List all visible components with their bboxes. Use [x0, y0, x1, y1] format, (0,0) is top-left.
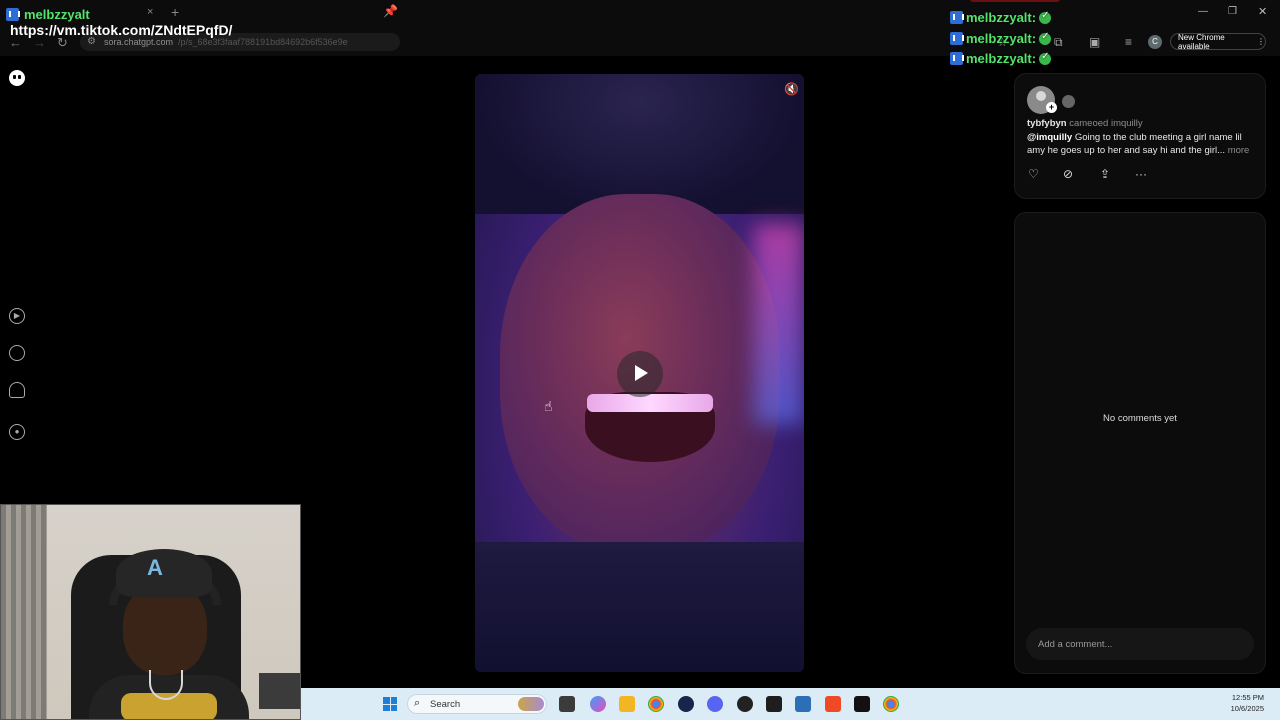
taskbar-search-label: Search	[430, 699, 461, 710]
caption-mention[interactable]: @imquilly	[1027, 132, 1072, 143]
webcam-cap	[116, 549, 212, 597]
chat-username: melbzzyalt:	[966, 31, 1037, 46]
new-chrome-label: New Chrome available	[1178, 32, 1225, 51]
clock-date[interactable]: 10/6/2025	[1216, 704, 1264, 713]
obs-icon[interactable]	[737, 696, 753, 712]
twitch-icon	[950, 32, 964, 45]
window-close-icon[interactable]: ✕	[1258, 5, 1267, 18]
webcam-overlay: A	[0, 504, 301, 720]
webcam-sign	[259, 673, 300, 709]
hand-cursor-icon: ☝	[544, 398, 553, 414]
maximize-icon[interactable]: ❐	[1228, 6, 1237, 17]
feed-play-icon[interactable]: ▶	[9, 308, 25, 324]
chat-message: melbzzyalt:	[950, 10, 1052, 25]
check-emote-icon	[1039, 10, 1052, 24]
chat-message: melbzzyalt:	[950, 51, 1052, 66]
video-frame-shirt	[475, 542, 804, 672]
chrome-menu-icon[interactable]: ⋮	[1257, 37, 1265, 46]
twitch-icon	[6, 7, 20, 21]
browser-tab[interactable]: melbzzyalt	[6, 4, 161, 24]
steam-icon[interactable]	[678, 696, 694, 712]
check-emote-icon	[1039, 31, 1052, 45]
chat-username: melbzzyalt:	[966, 51, 1037, 66]
mute-icon[interactable]: 🔇	[784, 82, 799, 96]
tab-title: melbzzyalt	[24, 6, 90, 22]
bell-icon[interactable]	[9, 382, 25, 398]
share-icon[interactable]: ⇪	[1100, 167, 1110, 181]
twitch-icon	[950, 11, 964, 24]
new-chrome-available-button[interactable]: New Chrome available ⋮	[1170, 32, 1266, 51]
chat-message: melbzzyalt:	[950, 31, 1052, 46]
profile-icon[interactable]: ●	[9, 424, 25, 440]
powershell-icon[interactable]	[795, 696, 811, 712]
video-frame-hat	[475, 74, 804, 214]
cameo-avatar[interactable]	[1062, 95, 1075, 108]
stream-chat-overlay: melbzzyalt: melbzzyalt: melbzzyalt:	[950, 0, 1080, 68]
play-button[interactable]	[617, 351, 663, 397]
info-app-icon[interactable]	[854, 696, 870, 712]
video-frame-light	[754, 224, 804, 424]
comments-panel	[1014, 212, 1266, 674]
remix-icon[interactable]: ⊘	[1063, 167, 1073, 181]
cameo-user[interactable]: imquilly	[1111, 118, 1143, 129]
chrome-active-icon[interactable]	[883, 696, 899, 712]
chat-username: melbzzyalt:	[966, 10, 1037, 25]
tab-search-icon[interactable]: ▣	[1089, 35, 1100, 49]
profile-avatar[interactable]: C	[1148, 35, 1162, 49]
sora-logo-icon[interactable]	[9, 70, 25, 86]
twitch-icon	[950, 52, 964, 65]
tab-close-icon[interactable]: ×	[147, 6, 153, 18]
pin-icon: 📌	[383, 4, 398, 18]
no-comments-text: No comments yet	[1103, 413, 1177, 424]
clock-time[interactable]: 12:55 PM	[1216, 693, 1264, 702]
url-path: /p/s_68e3f3faaf788191bd84692b6f536e9e	[178, 37, 348, 47]
post-meta: tybfybyn cameoed imquilly	[1027, 118, 1143, 129]
post-action: cameoed	[1069, 118, 1109, 129]
minimize-icon[interactable]: —	[1198, 6, 1208, 17]
stream-url-overlay: https://vm.tiktok.com/ZNdtEPqfD/	[10, 22, 233, 38]
post-caption: @imquilly Going to the club meeting a gi…	[1027, 131, 1252, 157]
brave-icon[interactable]	[825, 696, 841, 712]
more-icon[interactable]: ···	[1135, 167, 1147, 181]
more-link[interactable]: more	[1228, 145, 1250, 156]
search-highlight-icon	[518, 697, 544, 711]
url-host: sora.chatgpt.com	[104, 37, 174, 47]
task-view-icon[interactable]	[559, 696, 575, 712]
copilot-icon[interactable]	[590, 696, 606, 712]
webcam-curtain	[1, 505, 47, 719]
check-emote-icon	[1039, 51, 1052, 65]
heart-icon[interactable]: ♡	[1028, 167, 1039, 181]
search-icon[interactable]	[9, 345, 25, 361]
follow-plus-icon[interactable]: +	[1046, 102, 1057, 113]
media-controls-icon[interactable]: ≡	[1125, 35, 1132, 49]
chrome-icon[interactable]	[648, 696, 664, 712]
video-frame-teeth	[587, 394, 713, 412]
author-name[interactable]: tybfybyn	[1027, 118, 1067, 129]
search-icon: ⌕	[414, 697, 421, 709]
comment-input[interactable]	[1026, 628, 1254, 660]
new-tab-button[interactable]: +	[171, 4, 179, 20]
cap-logo-icon: A	[147, 555, 163, 580]
discord-icon[interactable]	[707, 696, 723, 712]
windows-start-icon[interactable]	[383, 697, 397, 711]
file-explorer-icon[interactable]	[619, 696, 635, 712]
app-icon[interactable]	[766, 696, 782, 712]
